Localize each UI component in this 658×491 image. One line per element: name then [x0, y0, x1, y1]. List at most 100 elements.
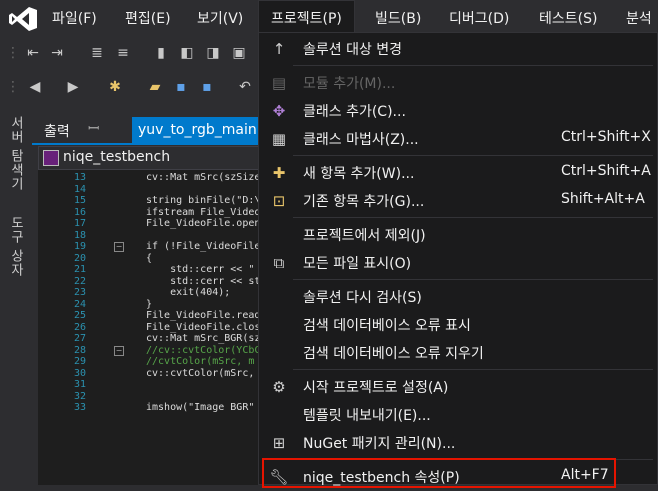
menu-item-clear-db-errors[interactable]: 검색 데이터베이스 오류 지우기: [259, 339, 657, 367]
line-number: 19: [73, 241, 86, 252]
outdent-icon[interactable]: ⇤: [24, 44, 42, 62]
menu-item-set-startup-project[interactable]: ⚙ 시작 프로젝트로 설정(A): [259, 373, 657, 401]
new-item-icon: ✚: [272, 164, 286, 182]
clear-bookmarks-icon[interactable]: ▣: [230, 44, 248, 62]
line-number: 16: [73, 206, 86, 218]
new-project-icon[interactable]: ✱: [106, 78, 124, 96]
line-number: 15: [73, 195, 86, 206]
code-line[interactable]: cv::Mat mSrc_BGR(sz: [146, 333, 260, 344]
line-number: 25: [73, 310, 86, 321]
line-number: 21: [73, 264, 86, 275]
highlight-annotation-box: [262, 458, 616, 488]
forward-icon[interactable]: ▶: [64, 78, 82, 96]
line-number: 14: [73, 183, 86, 195]
server-explorer-tab[interactable]: 서버 탐색기: [6, 116, 25, 191]
uncomment-lines-icon[interactable]: ≡: [114, 44, 132, 62]
line-number: 13: [73, 172, 86, 183]
line-number: 22: [73, 275, 86, 287]
code-line[interactable]: File_VideoFile.open: [146, 218, 260, 229]
project-menu-dropdown: ↑ 솔루션 대상 변경 ▤ 모듈 추가(M)... ✥ 클래스 추가(C)...…: [258, 32, 658, 486]
menu-item-add-module: ▤ 모듈 추가(M)...: [259, 69, 657, 97]
code-line[interactable]: //cvtColor(mSrc, m: [146, 356, 254, 367]
output-panel-tab[interactable]: 출력 ꟷ: [32, 117, 130, 143]
code-line[interactable]: cv::cvtColor(mSrc,: [146, 368, 260, 379]
indent-icon[interactable]: ⇥: [48, 44, 66, 62]
save-all-icon[interactable]: ▪: [198, 78, 216, 96]
line-number: 24: [73, 298, 86, 310]
toolbar-grip-icon: ⋮: [6, 45, 20, 61]
project-icon: [43, 150, 59, 166]
line-number: 30: [73, 367, 86, 379]
menu-item-show-all-files[interactable]: ⧉ 모든 파일 표시(O): [259, 249, 657, 277]
menu-item-show-db-errors[interactable]: 검색 데이터베이스 오류 표시: [259, 311, 657, 339]
toolbar-top: ⋮ ⇤ ⇥ ≣ ≡ ▮ ◧ ◨ ▣: [0, 38, 260, 68]
open-file-icon[interactable]: ▰: [146, 78, 164, 96]
existing-item-icon: ⊡: [272, 192, 286, 210]
menu-item-retarget-solution[interactable]: ↑ 솔루션 대상 변경: [259, 35, 657, 63]
menu-item-add-existing-item[interactable]: ⊡ 기존 항목 추가(G)... Shift+Alt+A: [259, 187, 657, 215]
menu-test[interactable]: 테스트(S): [539, 8, 597, 28]
code-line[interactable]: imshow("Image BGR": [146, 402, 254, 413]
line-number: 28: [73, 344, 86, 356]
code-line[interactable]: ifstream File_Video: [146, 207, 260, 218]
pin-icon[interactable]: ꟷ: [88, 119, 99, 138]
menu-analyze[interactable]: 분석: [626, 8, 652, 28]
menu-item-class-wizard[interactable]: ▦ 클래스 마법사(Z)... Ctrl+Shift+X: [259, 125, 657, 153]
next-bookmark-icon[interactable]: ◨: [204, 44, 222, 62]
prev-bookmark-icon[interactable]: ◧: [178, 44, 196, 62]
line-number: 33: [73, 402, 86, 413]
package-icon: ⊞: [272, 434, 286, 452]
line-number: 31: [73, 379, 86, 390]
document-tab[interactable]: yuv_to_rgb_main.c: [132, 117, 260, 143]
left-tool-strip: 서버 탐색기 도구 상자: [0, 108, 30, 485]
menu-item-export-template[interactable]: 템플릿 내보내기(E)...: [259, 401, 657, 429]
code-line[interactable]: std::cerr << ": [146, 264, 254, 275]
code-line[interactable]: {: [146, 253, 152, 264]
menu-project[interactable]: 프로젝트(P): [258, 0, 355, 36]
line-number: 18: [73, 229, 86, 241]
code-line[interactable]: //cv::cvtColor(YCbC: [146, 345, 260, 356]
back-icon[interactable]: ◀: [26, 78, 44, 96]
undo-icon[interactable]: ↶: [236, 78, 254, 96]
menu-view[interactable]: 보기(V): [197, 8, 243, 28]
menu-item-add-new-item[interactable]: ✚ 새 항목 추가(W)... Ctrl+Shift+A: [259, 159, 657, 187]
line-number: 17: [73, 218, 86, 229]
menu-separator: [293, 279, 653, 280]
menu-item-add-class[interactable]: ✥ 클래스 추가(C)...: [259, 97, 657, 125]
line-number: 20: [73, 252, 86, 264]
menu-build[interactable]: 빌드(B): [375, 8, 421, 28]
menu-item-exclude-from-project[interactable]: 프로젝트에서 제외(J): [259, 221, 657, 249]
code-line[interactable]: cv::Mat mSrc(szSize: [146, 172, 260, 183]
menu-file[interactable]: 파일(F): [52, 8, 97, 28]
collapse-icon[interactable]: −: [114, 242, 124, 252]
menu-edit[interactable]: 편집(E): [125, 8, 171, 28]
show-all-files-icon: ⧉: [273, 254, 285, 272]
code-line[interactable]: string binFile("D:\: [146, 195, 260, 206]
code-line[interactable]: std::cerr << st: [146, 276, 260, 287]
line-number: 27: [73, 333, 86, 344]
bookmark-icon[interactable]: ▮: [152, 44, 170, 62]
save-icon[interactable]: ▪: [172, 78, 190, 96]
line-number: 26: [73, 321, 86, 333]
code-line[interactable]: File_VideoFile.clos: [146, 322, 260, 333]
add-class-icon: ✥: [272, 102, 286, 120]
comment-lines-icon[interactable]: ≣: [88, 44, 106, 62]
tab-strip-underline: [32, 143, 260, 145]
menu-debug[interactable]: 디버그(D): [449, 8, 509, 28]
code-line[interactable]: }: [146, 299, 152, 310]
visual-studio-logo-icon[interactable]: [8, 6, 38, 32]
menubar: 파일(F) 편집(E) 보기(V) 프로젝트(P) 빌드(B) 디버그(D) 테…: [0, 0, 658, 36]
code-line[interactable]: File_VideoFile.read: [146, 310, 260, 321]
toolbox-tab[interactable]: 도구 상자: [6, 216, 25, 277]
toolbar-grip-icon: ⋮: [6, 79, 20, 95]
menu-separator: [293, 65, 653, 66]
menu-item-manage-nuget[interactable]: ⊞ NuGet 패키지 관리(N)...: [259, 429, 657, 457]
line-number: 29: [73, 356, 86, 367]
line-number: 32: [73, 390, 86, 402]
code-editor[interactable]: 13 cv::Mat mSrc(szSize14 15 string binFile(…: [38, 170, 260, 485]
menu-item-rescan-solution[interactable]: 솔루션 다시 검사(S): [259, 283, 657, 311]
code-line[interactable]: if (!File_VideoFile: [146, 241, 260, 252]
editor-project-selector[interactable]: niqe_testbench: [38, 146, 260, 170]
code-line[interactable]: exit(404);: [146, 287, 230, 298]
collapse-icon[interactable]: −: [114, 345, 124, 356]
